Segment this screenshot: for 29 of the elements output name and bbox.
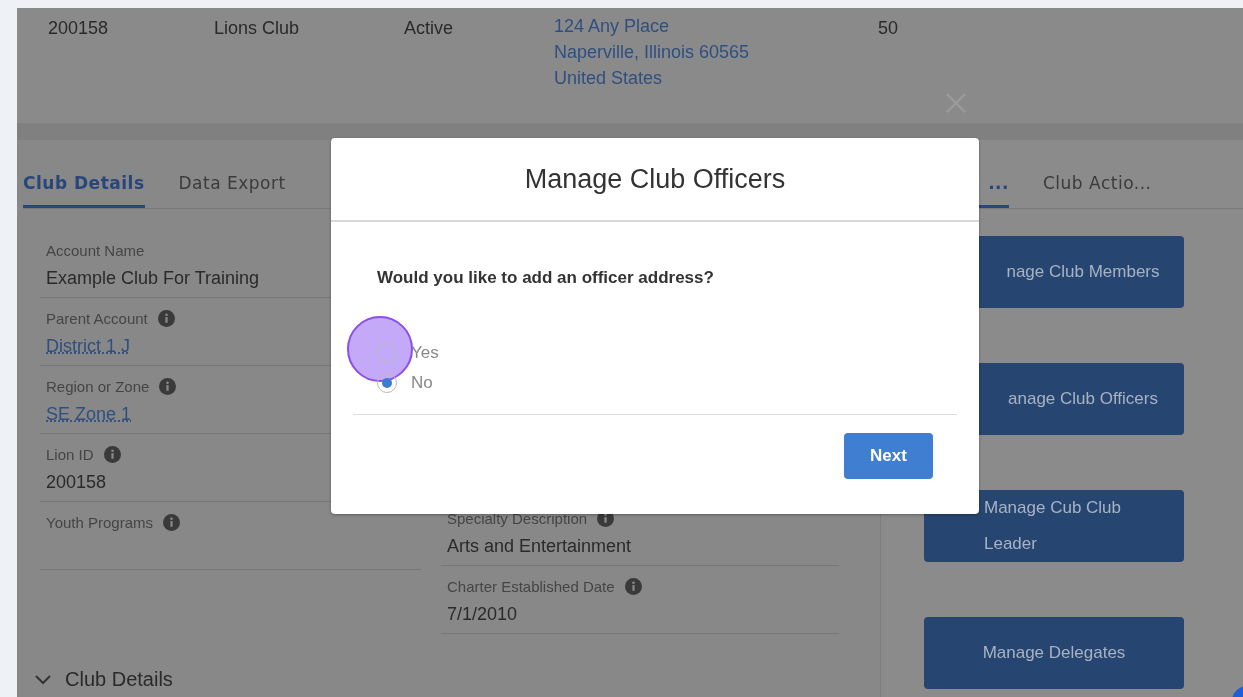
field-label: Specialty Description <box>447 509 588 527</box>
field-label: Youth Programs <box>46 513 153 531</box>
field-label: Lion ID <box>46 445 94 463</box>
field-value: Example Club For Training <box>46 268 260 289</box>
record-value: 200158 <box>48 18 109 38</box>
tab[interactable]: Club Actio... <box>1043 160 1152 208</box>
field-value: Arts and Entertainment <box>447 536 632 557</box>
record-value: Lions Club <box>214 18 300 38</box>
field-value: 200158 <box>46 472 107 493</box>
next-button[interactable]: Next <box>844 433 933 479</box>
record-value: 50 <box>878 18 899 38</box>
field-link[interactable]: SE Zone 1 <box>46 404 132 425</box>
address-link[interactable]: 124 Any Place Naperville, Illinois 60565 United States <box>554 13 878 91</box>
field-label: Region or Zone <box>46 377 150 395</box>
action-button[interactable]: Manage Delegates <box>924 617 1184 689</box>
action-button[interactable]: Manage Cub Club Leader <box>924 490 1184 562</box>
section-toggle[interactable]: Club Details <box>35 668 173 691</box>
chevron-icon <box>35 674 51 685</box>
record-value: Active <box>404 18 454 38</box>
field-label: Parent Account <box>46 309 148 327</box>
field-label: Account Name <box>46 241 145 259</box>
question-text: Would you like to add an officer address? <box>377 268 715 288</box>
option-label: No <box>411 373 433 393</box>
field-label: Charter Established Date <box>447 577 615 595</box>
field-value: 7/1/2010 <box>447 604 518 625</box>
tab[interactable]: Club Details <box>23 160 145 208</box>
modal-title: Manage Club Officers <box>524 163 786 195</box>
field-link[interactable]: District 1 J <box>46 336 130 357</box>
tab[interactable]: Data Export <box>178 160 286 208</box>
